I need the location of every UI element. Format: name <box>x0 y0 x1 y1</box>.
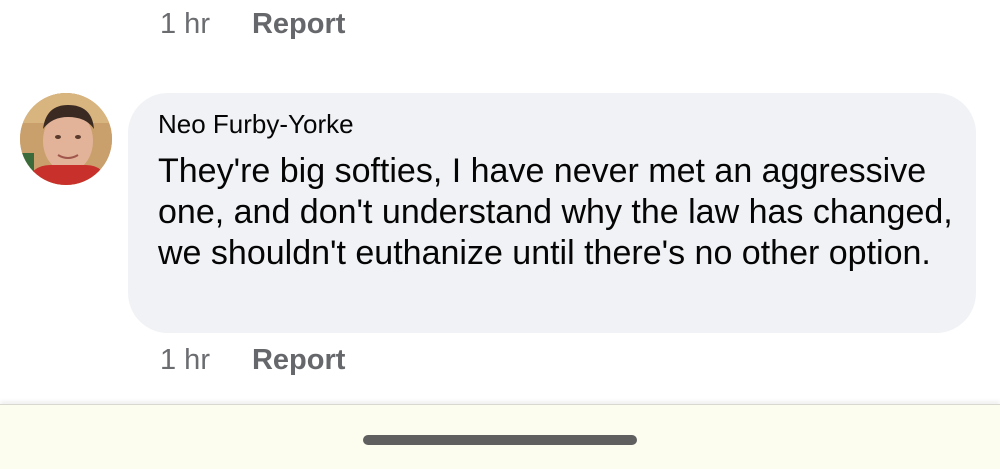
previous-comment-meta: 1 hr Report <box>160 8 345 41</box>
gesture-nav-handle-icon[interactable] <box>363 435 637 445</box>
comment-meta: 1 hr Report <box>160 344 345 377</box>
previous-comment-time: 1 hr <box>160 8 210 40</box>
comment-report-link[interactable]: Report <box>252 344 345 377</box>
comment-thread: 1 hr Report Neo Furby-Yorke They're big … <box>0 0 1000 469</box>
system-navigation-bar <box>0 404 1000 469</box>
user-avatar-icon[interactable] <box>20 93 112 185</box>
comment-author-name[interactable]: Neo Furby-Yorke <box>158 109 946 139</box>
previous-comment-report-link[interactable]: Report <box>252 8 345 41</box>
comment-bubble[interactable]: Neo Furby-Yorke They're big softies, I h… <box>128 93 976 333</box>
comment-time: 1 hr <box>160 344 210 376</box>
comment-text: They're big softies, I have never met an… <box>158 152 953 272</box>
